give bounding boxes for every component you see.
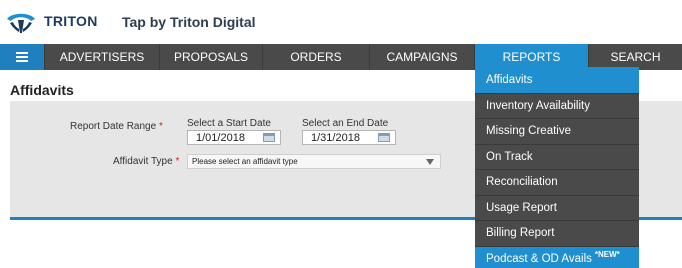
required-marker: * — [175, 156, 180, 167]
new-badge: *NEW* — [594, 250, 620, 260]
menu-item-on-track[interactable]: On Track — [475, 143, 639, 170]
menu-item-label: Podcast & OD Avails — [486, 252, 592, 265]
affidavit-type-label: Affidavit Type * — [113, 156, 180, 167]
menu-item-usage-report[interactable]: Usage Report — [475, 194, 639, 221]
menu-item-reconciliation[interactable]: Reconciliation — [475, 169, 639, 195]
affidavit-type-placeholder: Please select an affidavit type — [192, 157, 298, 166]
menu-item-podcast-od-avails[interactable]: Podcast & OD Avails *NEW* — [475, 245, 639, 268]
nav-campaigns[interactable]: CAMPAIGNS — [369, 44, 474, 70]
dropdown-arrow-icon[interactable] — [426, 159, 434, 165]
start-date-value: 1/01/2018 — [196, 131, 245, 144]
required-marker: * — [158, 121, 163, 132]
hamburger-menu-icon — [16, 52, 28, 62]
triton-logo-icon[interactable] — [4, 11, 38, 35]
app-header: TRITON Tap by Triton Digital — [0, 0, 682, 44]
menu-item-missing-creative[interactable]: Missing Creative — [475, 118, 639, 144]
affidavit-type-select[interactable]: Please select an affidavit type — [187, 154, 441, 169]
end-date-input[interactable]: 1/31/2018 — [302, 130, 396, 145]
end-date-value: 1/31/2018 — [311, 131, 360, 144]
nav-advertisers[interactable]: ADVERTISERS — [44, 44, 159, 70]
calendar-icon[interactable] — [378, 133, 390, 142]
calendar-icon[interactable] — [263, 133, 275, 142]
app-tagline: Tap by Triton Digital — [122, 14, 256, 30]
page-title: Affidavits — [10, 82, 74, 98]
brand-name[interactable]: TRITON — [44, 13, 98, 29]
start-date-label: Select a Start Date — [187, 118, 271, 129]
menu-item-inventory-availability[interactable]: Inventory Availability — [475, 92, 639, 119]
end-date-label: Select an End Date — [302, 118, 389, 129]
nav-proposals[interactable]: PROPOSALS — [159, 44, 262, 70]
menu-item-billing-report[interactable]: Billing Report — [475, 220, 639, 246]
menu-item-affidavits[interactable]: Affidavits — [475, 67, 639, 93]
hamburger-menu-button[interactable] — [0, 44, 44, 70]
date-range-label: Report Date Range * — [70, 121, 163, 132]
start-date-input[interactable]: 1/01/2018 — [187, 130, 281, 145]
reports-dropdown-menu: Affidavits Inventory Availability Missin… — [475, 67, 639, 268]
nav-orders[interactable]: ORDERS — [262, 44, 369, 70]
